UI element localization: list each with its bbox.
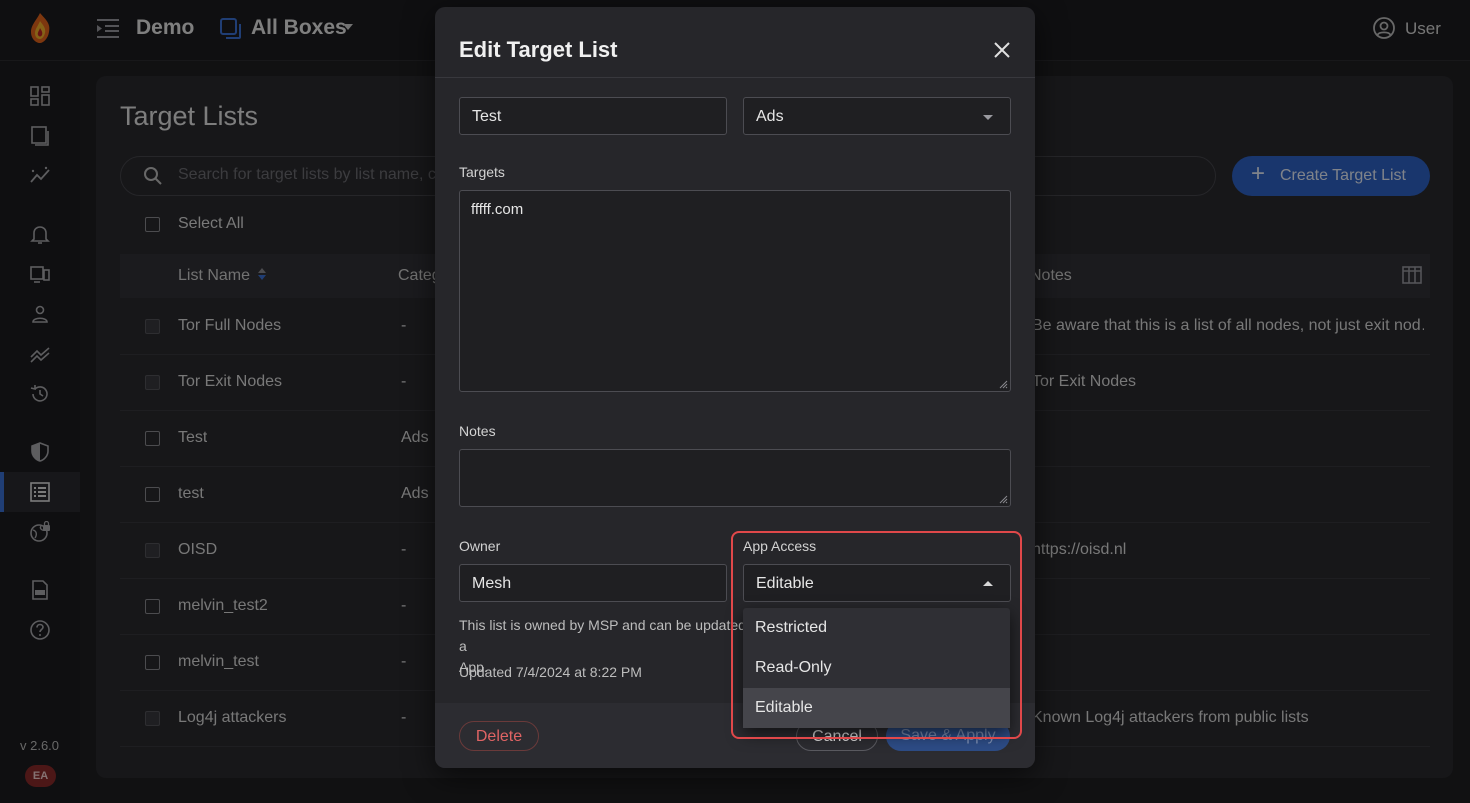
highlight-box bbox=[731, 531, 1022, 739]
resize-grip-icon[interactable] bbox=[998, 379, 1008, 389]
category-value: Ads bbox=[756, 108, 784, 125]
list-name-value: Test bbox=[472, 108, 502, 125]
dialog-divider bbox=[435, 77, 1035, 78]
targets-value: fffff.com bbox=[471, 201, 524, 218]
caret-down-icon bbox=[983, 115, 993, 120]
close-icon[interactable] bbox=[992, 40, 1012, 60]
resize-grip-icon[interactable] bbox=[998, 494, 1008, 504]
list-name-field[interactable]: Test bbox=[459, 97, 727, 135]
targets-textarea[interactable]: fffff.com bbox=[459, 190, 1011, 392]
category-select[interactable]: Ads bbox=[743, 97, 1011, 135]
owner-label: Owner bbox=[459, 538, 501, 554]
owner-field[interactable]: Mesh bbox=[459, 564, 727, 602]
notes-label: Notes bbox=[459, 423, 496, 439]
targets-label: Targets bbox=[459, 164, 505, 180]
delete-button[interactable]: Delete bbox=[459, 721, 539, 751]
owner-value: Mesh bbox=[472, 575, 512, 592]
notes-textarea[interactable] bbox=[459, 449, 1011, 507]
dialog-title: Edit Target List bbox=[459, 37, 618, 62]
helper-line-1: This list is owned by MSP and can be upd… bbox=[459, 617, 746, 654]
updated-timestamp: Updated 7/4/2024 at 8:22 PM bbox=[459, 664, 642, 680]
